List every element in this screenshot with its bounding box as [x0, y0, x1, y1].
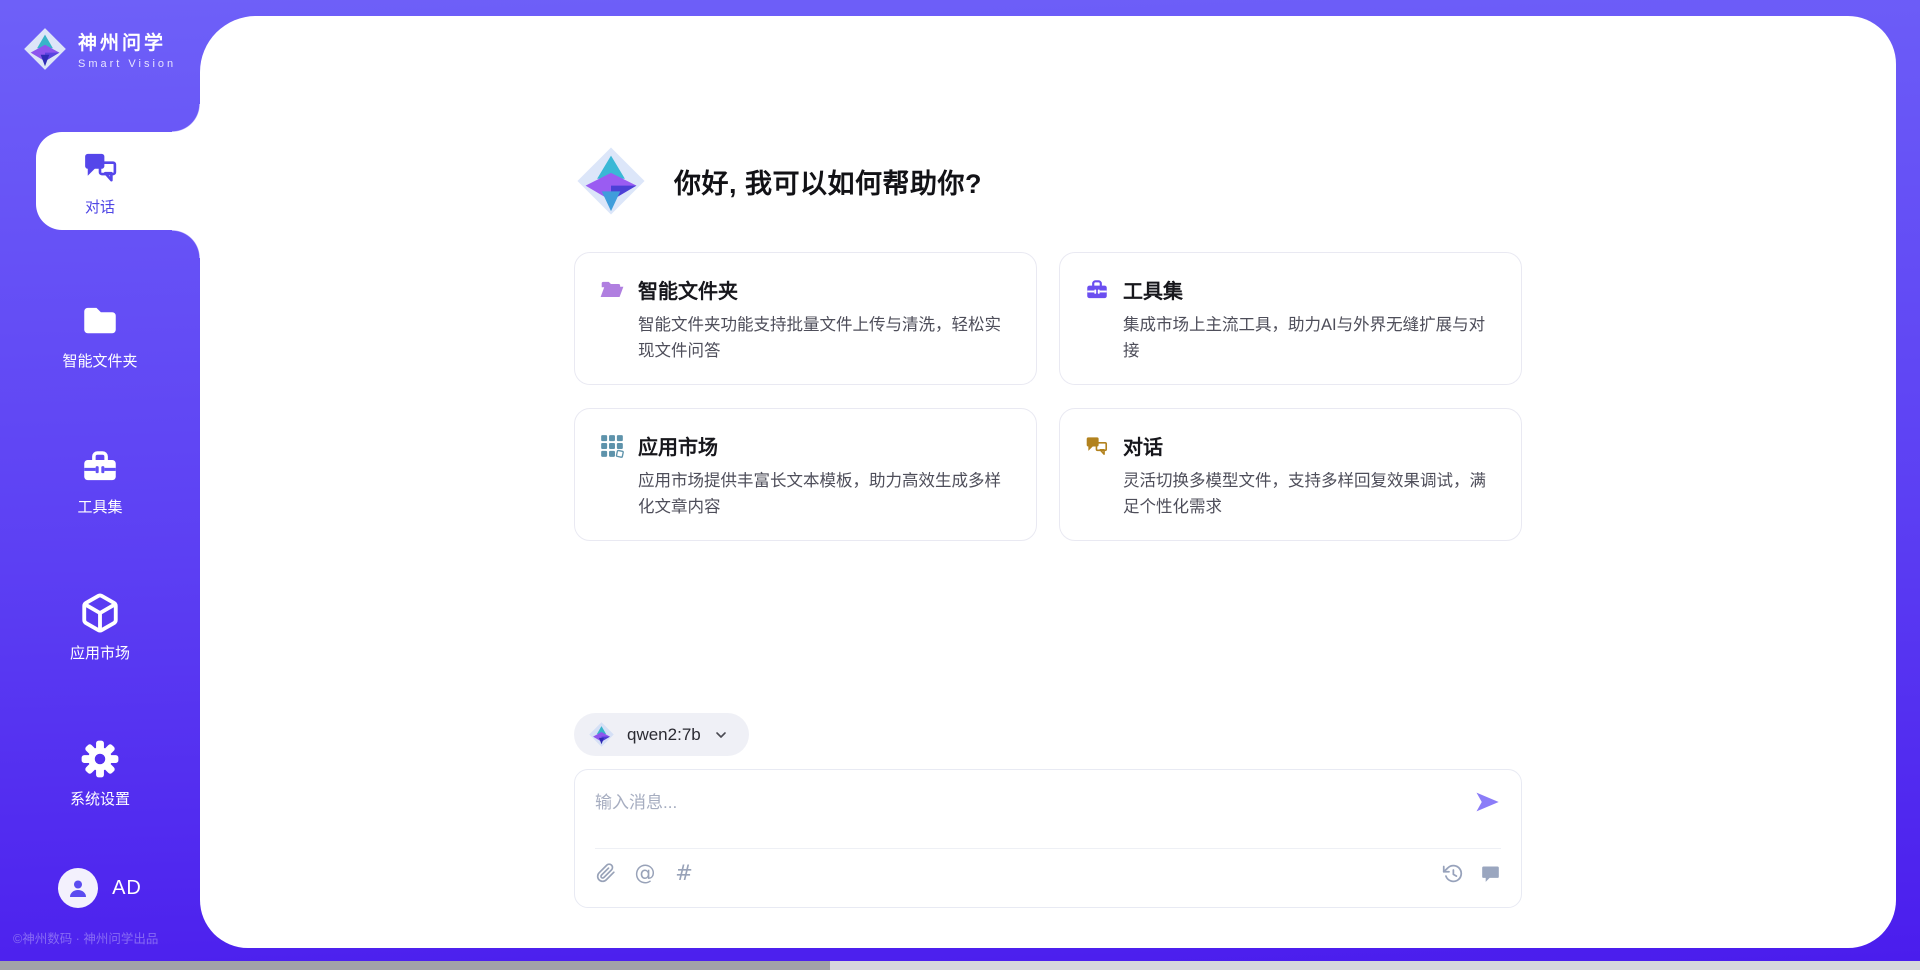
- card-title: 智能文件夹: [638, 275, 738, 304]
- sidebar: 神州问学 Smart Vision 对话 智能文件夹: [0, 0, 200, 970]
- user-name: AD: [112, 877, 142, 900]
- topic-button[interactable]: #: [673, 862, 695, 884]
- card-description: 智能文件夹功能支持批量文件上传与清洗，轻松实现文件问答: [638, 312, 1012, 364]
- model-name: qwen2:7b: [627, 725, 701, 745]
- horizontal-scrollbar: [0, 961, 1920, 970]
- sidebar-item-label: 应用市场: [70, 642, 130, 663]
- sidebar-item-label: 智能文件夹: [62, 350, 137, 371]
- cube-icon: [79, 592, 121, 634]
- card-title: 工具集: [1123, 275, 1183, 304]
- briefcase-icon: [1084, 277, 1110, 303]
- send-icon: [1473, 788, 1501, 816]
- model-selector[interactable]: qwen2:7b: [574, 713, 749, 756]
- card-title: 对话: [1123, 431, 1163, 460]
- feedback-button[interactable]: [1479, 862, 1501, 884]
- toolbox-icon: [79, 446, 121, 488]
- mention-button[interactable]: @: [634, 862, 656, 884]
- paperclip-icon: [596, 863, 616, 883]
- main-panel: 你好, 我可以如何帮助你? 智能文件夹 智能文件夹功能支持批量文件上传与清洗，轻…: [200, 16, 1896, 948]
- sidebar-footer: ©神州数码 · 神州问学出品: [13, 928, 158, 947]
- brand-name: 神州问学: [78, 28, 176, 55]
- history-icon: [1442, 863, 1463, 884]
- feature-cards: 智能文件夹 智能文件夹功能支持批量文件上传与清洗，轻松实现文件问答 工具集: [574, 252, 1522, 541]
- hash-icon: #: [675, 863, 693, 884]
- history-button[interactable]: [1441, 862, 1463, 884]
- message-input[interactable]: [595, 784, 1461, 842]
- sidebar-item-marketplace[interactable]: 应用市场: [0, 578, 200, 676]
- folder-icon: [79, 300, 121, 342]
- card-title: 应用市场: [638, 431, 718, 460]
- chevron-down-icon: [713, 727, 729, 743]
- person-icon: [66, 876, 90, 900]
- chat-icon: [1084, 433, 1110, 459]
- brand-logo-gem-icon: [22, 26, 68, 72]
- brand-subtitle: Smart Vision: [78, 58, 176, 70]
- card-description: 应用市场提供丰富长文本模板，助力高效生成多样化文章内容: [638, 468, 1012, 520]
- greeting: 你好, 我可以如何帮助你?: [574, 144, 1522, 218]
- card-description: 集成市场上主流工具，助力AI与外界无缝扩展与对接: [1123, 312, 1497, 364]
- sidebar-item-chat[interactable]: 对话: [0, 132, 200, 230]
- attach-button[interactable]: [595, 862, 617, 884]
- gear-icon: [79, 738, 121, 780]
- greeting-text: 你好, 我可以如何帮助你?: [674, 162, 982, 201]
- user-chip[interactable]: AD: [0, 868, 200, 908]
- sidebar-item-folders[interactable]: 智能文件夹: [0, 286, 200, 384]
- message-composer: @ #: [574, 769, 1522, 908]
- sidebar-item-settings[interactable]: 系统设置: [0, 724, 200, 822]
- avatar: [58, 868, 98, 908]
- brand: 神州问学 Smart Vision: [0, 0, 200, 72]
- card-chat[interactable]: 对话 灵活切换多模型文件，支持多样回复效果调试，满足个性化需求: [1059, 408, 1522, 541]
- assistant-logo-gem-icon: [574, 144, 648, 218]
- folder-open-icon: [599, 277, 625, 303]
- sidebar-item-label: 对话: [85, 196, 115, 217]
- sidebar-item-toolbox[interactable]: 工具集: [0, 432, 200, 530]
- sidebar-item-label: 工具集: [77, 496, 122, 517]
- horizontal-scrollbar-thumb[interactable]: [0, 961, 830, 970]
- send-button[interactable]: [1473, 788, 1501, 816]
- model-logo-gem-icon: [588, 721, 615, 748]
- card-app-market[interactable]: 应用市场 应用市场提供丰富长文本模板，助力高效生成多样化文章内容: [574, 408, 1037, 541]
- chat-bubble-icon: [1480, 863, 1501, 884]
- card-description: 灵活切换多模型文件，支持多样回复效果调试，满足个性化需求: [1123, 468, 1497, 520]
- at-icon: @: [635, 863, 656, 884]
- chat-bubbles-icon: [79, 146, 121, 188]
- grid-icon: [599, 433, 625, 459]
- card-smart-folders[interactable]: 智能文件夹 智能文件夹功能支持批量文件上传与清洗，轻松实现文件问答: [574, 252, 1037, 385]
- card-toolbox[interactable]: 工具集 集成市场上主流工具，助力AI与外界无缝扩展与对接: [1059, 252, 1522, 385]
- sidebar-item-label: 系统设置: [70, 788, 130, 809]
- brand-text: 神州问学 Smart Vision: [78, 28, 176, 70]
